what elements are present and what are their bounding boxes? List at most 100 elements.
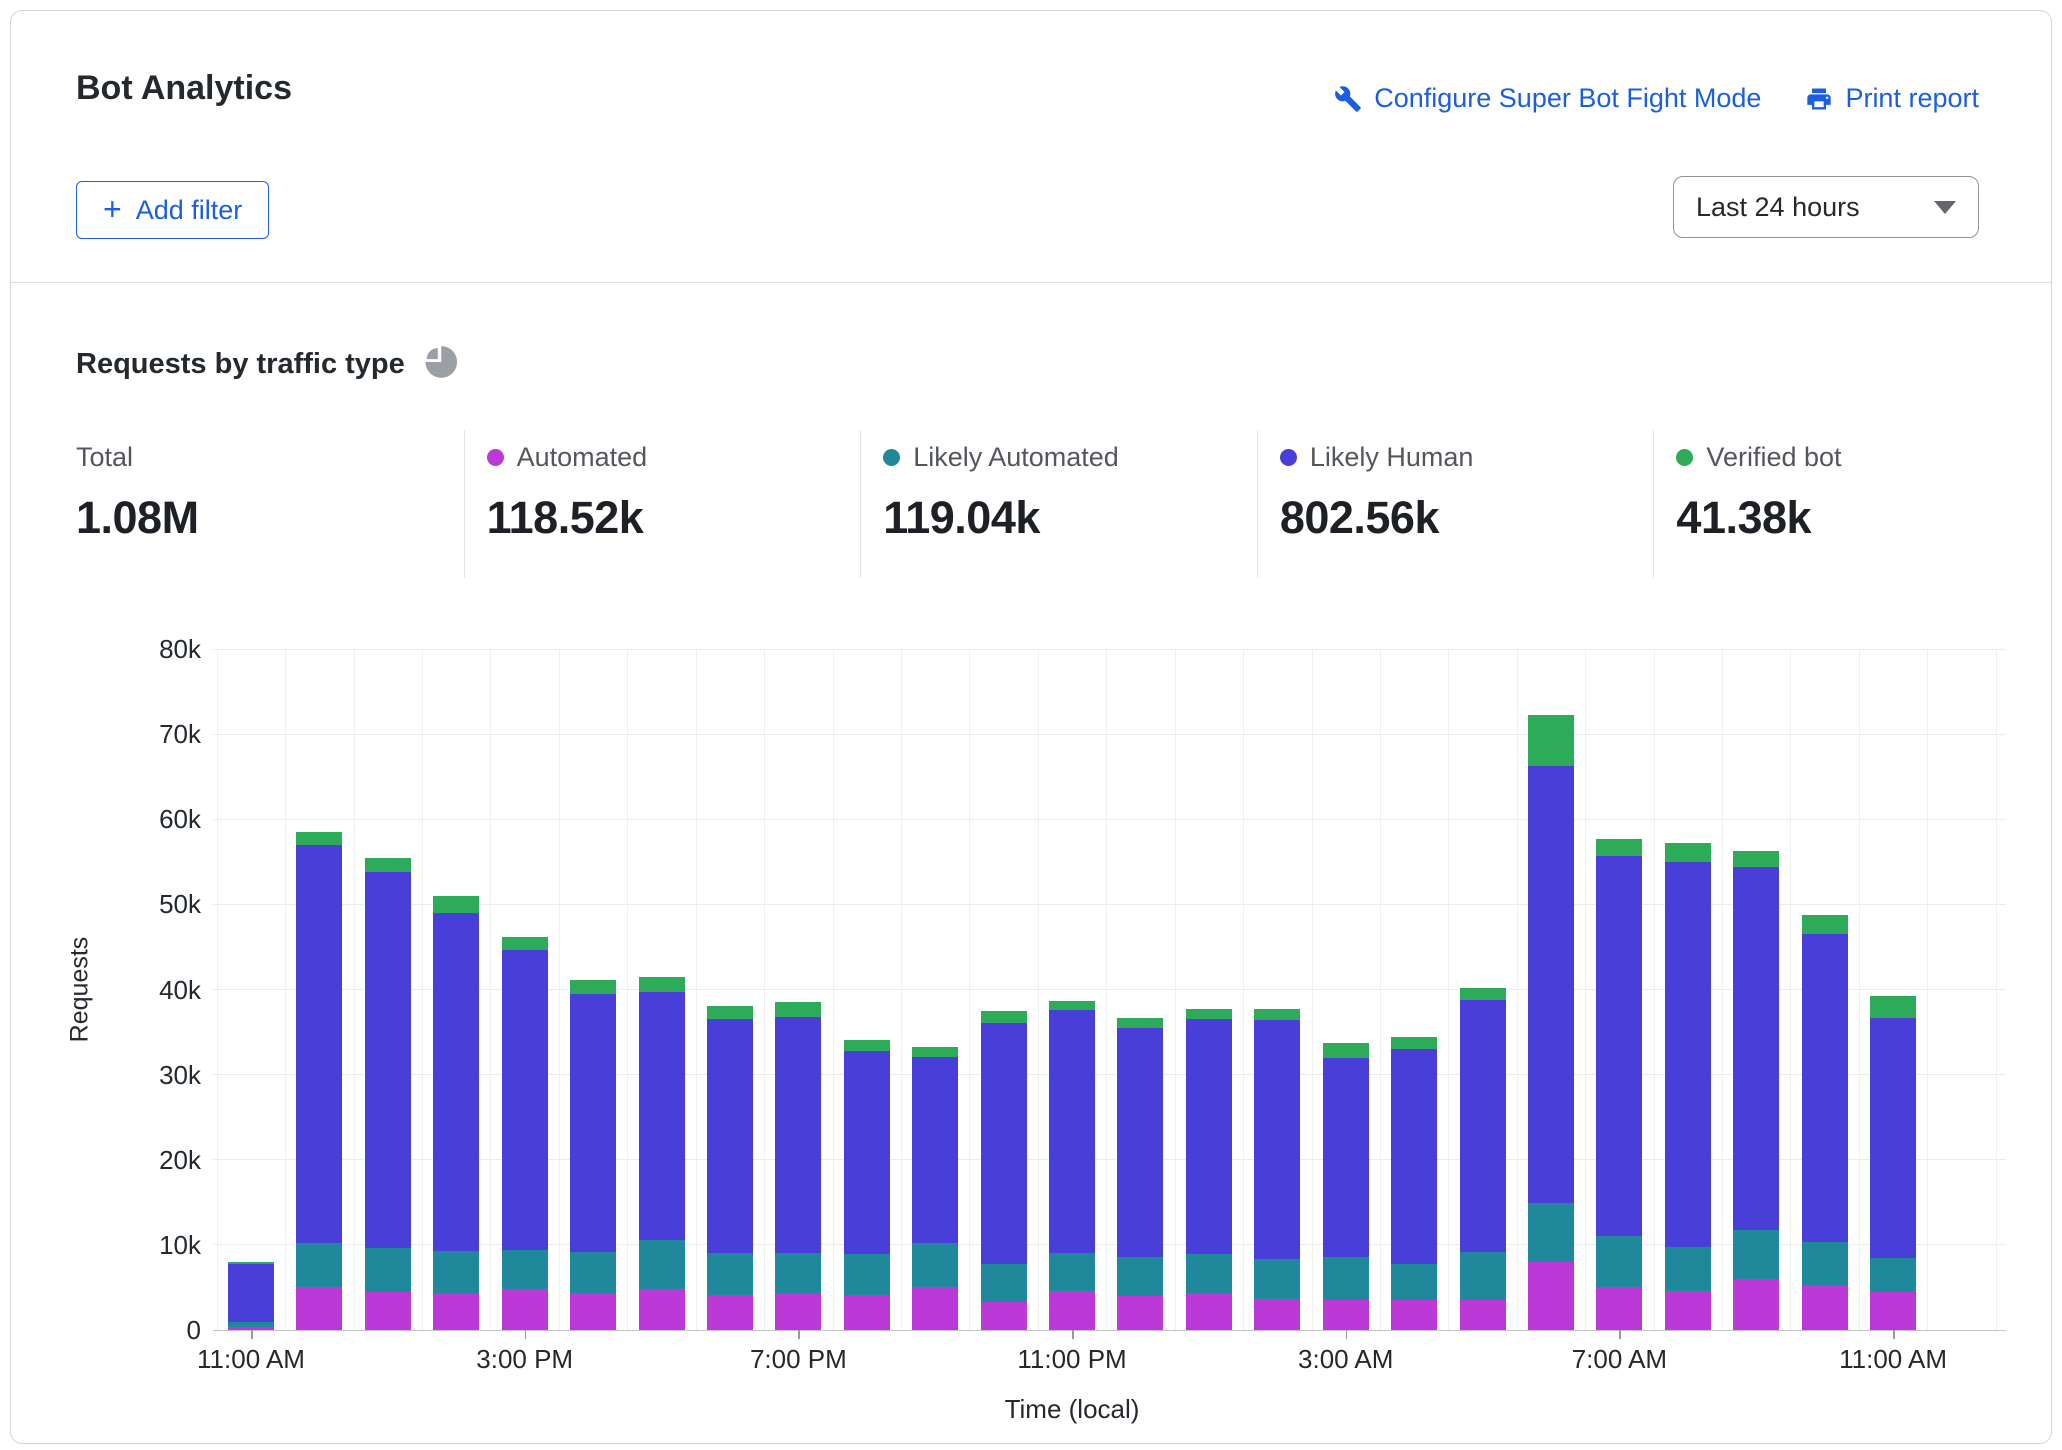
bar-segment-likely-human bbox=[1117, 1027, 1164, 1257]
bar-segment-likely-automated bbox=[980, 1264, 1027, 1302]
bar-segment-automated bbox=[1254, 1298, 1301, 1330]
chart-bar-4-00-pm[interactable] bbox=[570, 980, 617, 1330]
chart-bar-8-00-am[interactable] bbox=[1664, 843, 1711, 1330]
gridline bbox=[1311, 649, 1313, 1330]
bar-segment-likely-automated bbox=[1117, 1256, 1164, 1296]
bar-segment-verified-bot bbox=[1801, 915, 1848, 935]
bar-segment-automated bbox=[1596, 1286, 1643, 1330]
bar-segment-likely-human bbox=[1459, 999, 1506, 1252]
gridline bbox=[213, 818, 2006, 820]
chart-bar-3-00-am[interactable] bbox=[1322, 1043, 1369, 1330]
bar-segment-automated bbox=[433, 1292, 480, 1330]
bar-segment-likely-automated bbox=[1870, 1257, 1917, 1292]
stat-likely-human[interactable]: Likely Human 802.56k bbox=[1256, 430, 1654, 578]
stat-label: Total bbox=[76, 441, 134, 472]
bar-segment-likely-automated bbox=[1459, 1251, 1506, 1301]
gridline bbox=[969, 649, 971, 1330]
chart-bar-7-00-am[interactable] bbox=[1596, 838, 1643, 1330]
bar-segment-automated bbox=[1459, 1300, 1506, 1330]
chart-bar-7-00-pm[interactable] bbox=[775, 1002, 822, 1330]
gridline bbox=[1858, 649, 1860, 1330]
chart-bar-10-00-pm[interactable] bbox=[980, 1010, 1027, 1330]
chart-bar-2-00-am[interactable] bbox=[1254, 1009, 1301, 1330]
bar-segment-likely-human bbox=[1391, 1049, 1438, 1265]
gridline bbox=[1790, 649, 1792, 1330]
bar-segment-verified-bot bbox=[1322, 1043, 1369, 1059]
gridline bbox=[1448, 649, 1450, 1330]
chart-bar-11-00-am[interactable] bbox=[228, 1261, 274, 1330]
bar-segment-automated bbox=[296, 1287, 343, 1330]
add-filter-button[interactable]: + Add filter bbox=[76, 181, 270, 239]
bar-segment-likely-automated bbox=[1527, 1203, 1574, 1262]
gridline bbox=[285, 649, 287, 1330]
bar-segment-verified-bot bbox=[843, 1039, 890, 1051]
chart-bar-10-00-am[interactable] bbox=[1801, 915, 1848, 1330]
bar-segment-likely-human bbox=[296, 844, 343, 1244]
stat-total[interactable]: Total 1.08M bbox=[11, 430, 464, 578]
bar-segment-likely-human bbox=[1801, 934, 1848, 1243]
configure-super-bot-fight-mode-link[interactable]: Configure Super Bot Fight Mode bbox=[1334, 83, 1761, 114]
header-links: Configure Super Bot Fight Mode Print rep… bbox=[1334, 83, 1979, 114]
legend-dot bbox=[883, 448, 901, 466]
chart-bar-8-00-pm[interactable] bbox=[843, 1039, 890, 1330]
gridline bbox=[422, 649, 424, 1330]
bar-segment-verified-bot bbox=[433, 895, 480, 913]
gridline bbox=[1037, 649, 1039, 1330]
chart-bar-11-00-pm[interactable] bbox=[1049, 1000, 1096, 1330]
chart-bar-1-00-pm[interactable] bbox=[364, 857, 411, 1330]
bar-segment-verified-bot bbox=[638, 976, 685, 993]
bar-segment-likely-automated bbox=[501, 1249, 548, 1290]
y-tick-label: 70k bbox=[159, 719, 201, 750]
bar-segment-likely-automated bbox=[1733, 1230, 1780, 1279]
time-range-select[interactable]: Last 24 hours bbox=[1673, 176, 1979, 238]
y-tick-label: 50k bbox=[159, 889, 201, 920]
chart-bar-9-00-pm[interactable] bbox=[912, 1047, 959, 1330]
print-report-link[interactable]: Print report bbox=[1805, 83, 1979, 114]
chart-bar-3-00-pm[interactable] bbox=[501, 936, 548, 1330]
chart-bar-11-00-am[interactable] bbox=[1870, 996, 1917, 1330]
chart-bar-4-00-am[interactable] bbox=[1391, 1037, 1438, 1330]
bar-segment-verified-bot bbox=[1185, 1009, 1232, 1020]
x-tick-mark bbox=[1619, 1330, 1621, 1339]
chart-bar-5-00-am[interactable] bbox=[1459, 987, 1506, 1330]
bar-segment-automated bbox=[912, 1286, 959, 1330]
chart-bar-12-00-pm[interactable] bbox=[296, 832, 343, 1330]
bar-segment-likely-automated bbox=[1391, 1264, 1438, 1301]
plus-icon: + bbox=[103, 191, 122, 227]
gridline bbox=[216, 649, 218, 1330]
bar-segment-likely-automated bbox=[1596, 1236, 1643, 1287]
chart-bar-5-00-pm[interactable] bbox=[638, 976, 685, 1330]
bar-segment-likely-human bbox=[364, 872, 411, 1249]
x-tick-mark bbox=[251, 1330, 253, 1339]
gridline bbox=[1995, 649, 1997, 1330]
stat-verified-bot[interactable]: Verified bot 41.38k bbox=[1653, 430, 2051, 578]
chart-bar-9-00-am[interactable] bbox=[1733, 850, 1780, 1330]
bar-segment-likely-human bbox=[228, 1264, 274, 1323]
bar-segment-likely-automated bbox=[1185, 1254, 1232, 1294]
stat-label: Likely Human bbox=[1309, 441, 1474, 472]
bar-segment-likely-human bbox=[843, 1050, 890, 1255]
chart-bar-1-00-am[interactable] bbox=[1185, 1009, 1232, 1330]
x-tick-mark bbox=[1345, 1330, 1348, 1339]
bar-segment-likely-human bbox=[706, 1019, 753, 1254]
bar-segment-likely-automated bbox=[638, 1239, 685, 1290]
chart-bar-6-00-pm[interactable] bbox=[706, 1005, 753, 1330]
chart-bar-6-00-am[interactable] bbox=[1527, 715, 1574, 1330]
stat-automated[interactable]: Automated 118.52k bbox=[463, 430, 861, 578]
bar-segment-likely-human bbox=[1664, 861, 1711, 1247]
chart-bar-12-00-am[interactable] bbox=[1117, 1017, 1164, 1330]
x-axis-title: Time (local) bbox=[1004, 1394, 1140, 1424]
gridline bbox=[1106, 649, 1108, 1330]
bar-segment-verified-bot bbox=[1596, 838, 1643, 856]
stat-value: 802.56k bbox=[1279, 492, 1440, 543]
bot-analytics-card: Bot Analytics Configure Super Bot Fight … bbox=[10, 10, 2052, 1444]
bar-segment-likely-human bbox=[1596, 855, 1643, 1237]
bar-segment-verified-bot bbox=[980, 1010, 1027, 1023]
bar-segment-likely-human bbox=[638, 992, 685, 1240]
chart-bar-2-00-pm[interactable] bbox=[433, 895, 480, 1330]
bar-segment-automated bbox=[1185, 1293, 1232, 1330]
x-tick-mark bbox=[524, 1330, 527, 1339]
stat-value: 119.04k bbox=[883, 492, 1040, 543]
stat-value: 118.52k bbox=[486, 492, 644, 543]
stat-likely-automated[interactable]: Likely Automated 119.04k bbox=[860, 430, 1257, 578]
